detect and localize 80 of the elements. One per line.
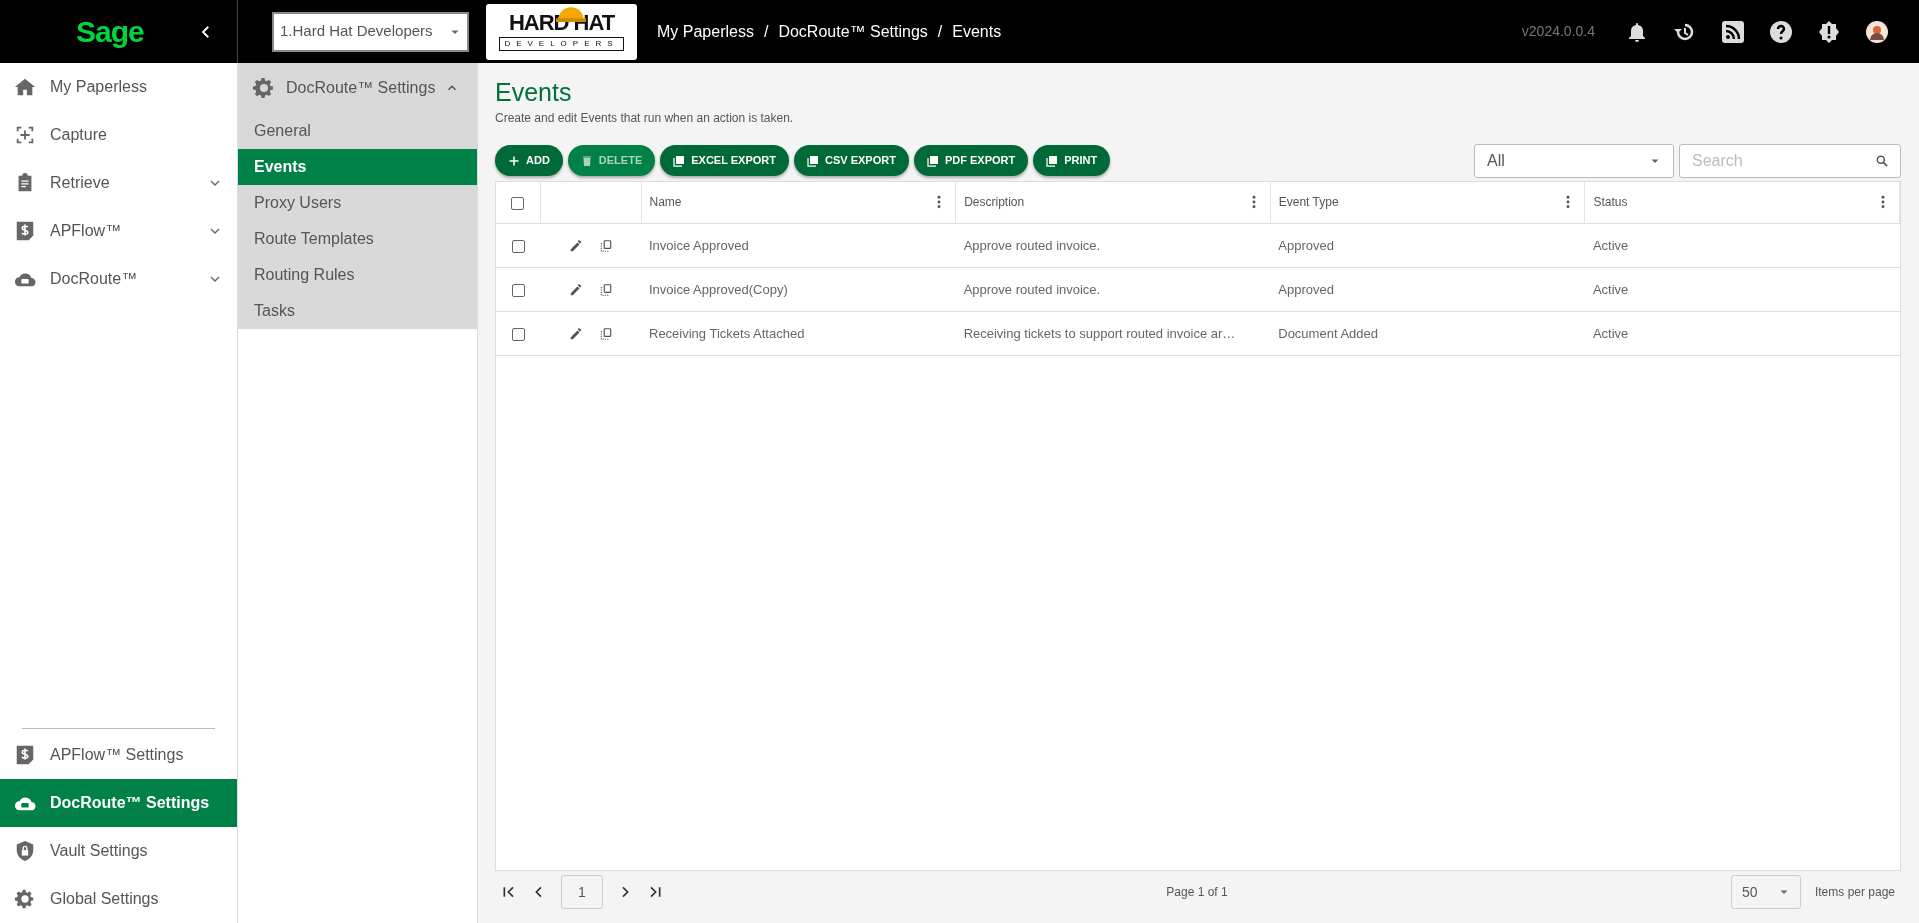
plus-icon: [508, 154, 520, 167]
sidebar-item[interactable]: Capture: [0, 111, 237, 159]
table-cell: Receiving Tickets Attached: [649, 325, 805, 341]
pencil-icon[interactable]: [568, 326, 583, 341]
sidebar-item[interactable]: APFlow™: [0, 207, 237, 255]
rss-icon[interactable]: [1721, 19, 1745, 44]
breadcrumb-link[interactable]: DocRoute™ Settings: [778, 19, 928, 44]
help-icon[interactable]: [1769, 19, 1793, 44]
copy-icon[interactable]: [598, 282, 613, 297]
table-cell: Approved: [1278, 237, 1334, 253]
search-field[interactable]: Search: [1679, 143, 1901, 178]
toolbar-button[interactable]: EXCEL EXPORT: [660, 145, 789, 176]
table-cell: Approve routed invoice.: [963, 237, 1101, 253]
toolbar-button[interactable]: CSV EXPORT: [794, 145, 909, 176]
breadcrumb-link[interactable]: My Paperless: [657, 19, 754, 44]
sidebar-item[interactable]: Vault Settings: [0, 827, 237, 875]
page-number-field[interactable]: 1: [561, 875, 603, 909]
table-cell: Invoice Approved(Copy): [649, 281, 788, 297]
dollar-document-icon: [14, 220, 36, 242]
submenu-item[interactable]: General: [238, 113, 477, 149]
copy-icon[interactable]: [598, 326, 613, 341]
table-cell: Approved: [1278, 281, 1334, 297]
copy-icon[interactable]: [598, 238, 613, 253]
page-size-select[interactable]: 50: [1730, 875, 1801, 909]
gear-icon: [252, 76, 276, 100]
column-header[interactable]: Name: [649, 193, 682, 212]
table-cell: Invoice Approved: [649, 237, 749, 253]
page-subtitle: Create and edit Events that run when an action is taken.: [495, 109, 795, 127]
toolbar-button[interactable]: ADD: [495, 145, 563, 176]
version-text: v2024.0.0.4: [1521, 22, 1595, 41]
table-cell: Document Added: [1278, 325, 1378, 341]
table-cell: Approve routed invoice.: [963, 281, 1101, 297]
sidebar-item[interactable]: DocRoute™: [0, 255, 237, 303]
trash-icon: [580, 154, 593, 167]
column-header[interactable]: Event Type: [1278, 193, 1339, 212]
sidebar-item[interactable]: APFlow™ Settings: [0, 731, 237, 779]
avatar-icon[interactable]: [1865, 19, 1889, 44]
submenu-header[interactable]: DocRoute™ Settings: [238, 63, 477, 113]
select-all-checkbox[interactable]: [511, 196, 525, 210]
toolbar-button[interactable]: PDF EXPORT: [913, 145, 1029, 176]
submenu-item[interactable]: Routing Rules: [238, 257, 477, 293]
search-icon: [1875, 153, 1889, 168]
sidebar-item[interactable]: My Paperless: [0, 63, 237, 111]
capture-icon: [14, 124, 36, 146]
table-cell: Active: [1592, 237, 1629, 253]
table-cell: Receiving tickets to support routed invoice ar…: [963, 325, 1236, 341]
document-icon: [673, 154, 686, 167]
row-checkbox[interactable]: [511, 239, 525, 253]
gear-icon: [14, 888, 36, 910]
submenu-item[interactable]: Events: [238, 149, 477, 185]
shield-lock-icon: [14, 840, 36, 862]
dollar-document-icon: [14, 744, 36, 766]
page-size-label: Items per page: [1814, 884, 1895, 901]
company-select[interactable]: 1.Hard Hat Developers: [272, 11, 469, 52]
submenu-item[interactable]: Proxy Users: [238, 185, 477, 221]
document-icon: [807, 154, 819, 167]
toolbar-button[interactable]: PRINT: [1033, 145, 1111, 176]
breadcrumb-separator: /: [937, 21, 943, 42]
table-cell: Active: [1592, 325, 1629, 341]
alert-badge-icon[interactable]: [1817, 19, 1841, 44]
column-header[interactable]: Description: [964, 193, 1025, 212]
pencil-icon[interactable]: [568, 238, 583, 253]
document-icon: [1046, 154, 1059, 167]
breadcrumb-separator: /: [763, 21, 769, 42]
sidebar-item[interactable]: Retrieve: [0, 159, 237, 207]
sidebar-item[interactable]: DocRoute™ Settings: [0, 779, 237, 827]
document-icon: [926, 154, 939, 167]
page-title: Events: [495, 79, 573, 107]
brand-logo[interactable]: Sage: [76, 9, 144, 54]
column-header[interactable]: Status: [1593, 193, 1628, 212]
page-info: Page 1 of 1: [1166, 884, 1228, 901]
home-icon: [14, 76, 36, 98]
row-checkbox[interactable]: [511, 283, 525, 297]
submenu-item[interactable]: Tasks: [238, 293, 477, 329]
pencil-icon[interactable]: [568, 282, 583, 297]
filter-select[interactable]: All: [1474, 143, 1674, 178]
sidebar-item[interactable]: Global Settings: [0, 875, 237, 923]
row-checkbox[interactable]: [511, 327, 525, 341]
table-cell: Active: [1592, 281, 1629, 297]
submenu-item[interactable]: Route Templates: [238, 221, 477, 257]
